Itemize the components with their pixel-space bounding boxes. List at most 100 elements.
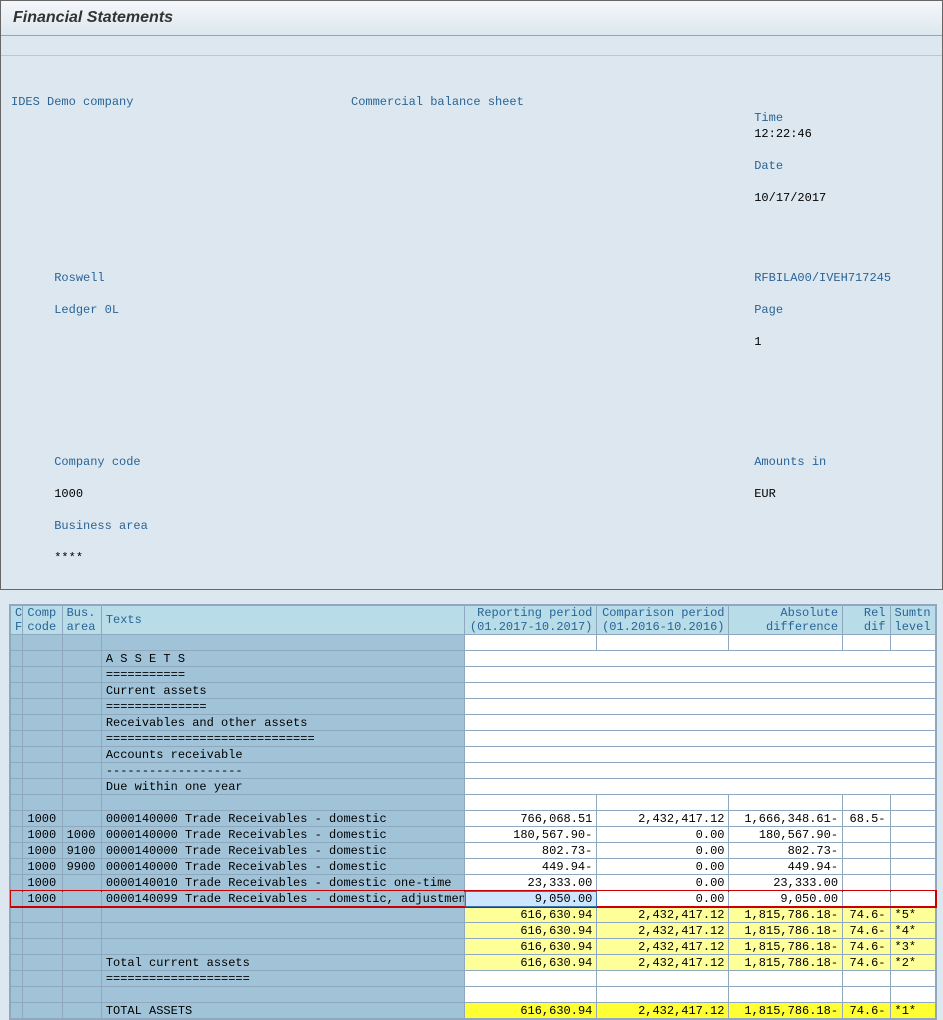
abs-diff[interactable]: 180,567.90- — [729, 827, 843, 843]
abs-diff[interactable]: 9,050.00 — [729, 891, 843, 907]
cell[interactable] — [62, 971, 101, 987]
reporting-value[interactable]: 449.94- — [465, 859, 597, 875]
cell[interactable] — [729, 971, 843, 987]
cell[interactable] — [62, 907, 101, 923]
rel-diff[interactable]: 68.5- — [843, 811, 890, 827]
col-comparison[interactable]: Comparison period(01.2016-10.2016) — [597, 606, 729, 635]
reporting-value[interactable]: 616,630.94 — [465, 923, 597, 939]
comparison-value[interactable]: 2,432,417.12 — [597, 811, 729, 827]
table-row[interactable]: 1000 0000140000 Trade Receivables - domes… — [11, 811, 936, 827]
cell[interactable] — [11, 939, 23, 955]
rel-diff[interactable] — [843, 843, 890, 859]
comparison-value[interactable]: 0.00 — [597, 843, 729, 859]
table-row[interactable]: 616,630.942,432,417.121,815,786.18-74.6-… — [11, 907, 936, 923]
cf-cell[interactable] — [11, 811, 23, 827]
col-texts[interactable]: Texts — [101, 606, 464, 635]
cell[interactable] — [62, 955, 101, 971]
text-cell[interactable]: 0000140000 Trade Receivables - domestic — [101, 859, 464, 875]
sum-level[interactable]: *1* — [890, 1003, 935, 1019]
col-bus-area[interactable]: Bus.area — [62, 606, 101, 635]
cell[interactable] — [23, 971, 62, 987]
rel-diff[interactable]: 74.6- — [843, 939, 890, 955]
cell[interactable] — [62, 1003, 101, 1019]
comp-code[interactable]: 1000 — [23, 859, 62, 875]
cell[interactable] — [11, 907, 23, 923]
comp-code[interactable]: 1000 — [23, 811, 62, 827]
sum-level[interactable] — [890, 827, 935, 843]
bus-area[interactable] — [62, 891, 101, 907]
cell[interactable] — [11, 923, 23, 939]
abs-diff[interactable]: 1,815,786.18- — [729, 955, 843, 971]
table-row[interactable]: 100091000000140000 Trade Receivables - d… — [11, 843, 936, 859]
cf-cell[interactable] — [11, 827, 23, 843]
col-rel-diff[interactable]: Reldif — [843, 606, 890, 635]
sum-level[interactable] — [890, 843, 935, 859]
sum-level[interactable]: *3* — [890, 939, 935, 955]
abs-diff[interactable]: 1,815,786.18- — [729, 1003, 843, 1019]
reporting-value[interactable]: 9,050.00 — [465, 891, 597, 907]
cell[interactable] — [11, 987, 23, 1003]
cf-cell[interactable] — [11, 891, 23, 907]
reporting-value[interactable]: 616,630.94 — [465, 955, 597, 971]
sum-level[interactable]: *4* — [890, 923, 935, 939]
rel-diff[interactable] — [843, 827, 890, 843]
comparison-value[interactable]: 2,432,417.12 — [597, 923, 729, 939]
abs-diff[interactable]: 1,815,786.18- — [729, 923, 843, 939]
cf-cell[interactable] — [11, 875, 23, 891]
cell[interactable] — [62, 987, 101, 1003]
abs-diff[interactable]: 1,666,348.61- — [729, 811, 843, 827]
rel-diff[interactable]: 74.6- — [843, 955, 890, 971]
cell[interactable] — [101, 907, 464, 923]
cell[interactable] — [101, 939, 464, 955]
text-cell[interactable]: 0000140000 Trade Receivables - domestic — [101, 811, 464, 827]
cell[interactable] — [62, 923, 101, 939]
abs-diff[interactable]: 449.94- — [729, 859, 843, 875]
cell[interactable] — [11, 955, 23, 971]
total-assets-label[interactable]: TOTAL ASSETS — [101, 1003, 464, 1019]
cell[interactable] — [23, 907, 62, 923]
rel-diff[interactable]: 74.6- — [843, 923, 890, 939]
cell[interactable] — [101, 987, 464, 1003]
sep[interactable]: ==================== — [101, 971, 464, 987]
table-row[interactable] — [11, 987, 936, 1003]
reporting-value[interactable]: 616,630.94 — [465, 939, 597, 955]
cell[interactable] — [843, 987, 890, 1003]
cf-cell[interactable] — [11, 859, 23, 875]
cell[interactable] — [11, 1003, 23, 1019]
comp-code[interactable]: 1000 — [23, 891, 62, 907]
comparison-value[interactable]: 2,432,417.12 — [597, 1003, 729, 1019]
reporting-value[interactable]: 802.73- — [465, 843, 597, 859]
table-row[interactable]: TOTAL ASSETS616,630.942,432,417.121,815,… — [11, 1003, 936, 1019]
sum-level[interactable] — [890, 811, 935, 827]
sum-level[interactable] — [890, 875, 935, 891]
sum-level[interactable] — [890, 859, 935, 875]
cell[interactable] — [597, 971, 729, 987]
reporting-value[interactable]: 616,630.94 — [465, 907, 597, 923]
rel-diff[interactable]: 74.6- — [843, 907, 890, 923]
cell[interactable] — [890, 971, 935, 987]
comparison-value[interactable]: 2,432,417.12 — [597, 955, 729, 971]
col-sum-level[interactable]: Sumtnlevel — [890, 606, 935, 635]
text-cell[interactable]: 0000140000 Trade Receivables - domestic — [101, 843, 464, 859]
table-row[interactable]: 100099000000140000 Trade Receivables - d… — [11, 859, 936, 875]
comparison-value[interactable]: 2,432,417.12 — [597, 907, 729, 923]
cell[interactable] — [23, 987, 62, 1003]
col-cf[interactable]: CF — [11, 606, 23, 635]
rel-diff[interactable] — [843, 859, 890, 875]
reporting-value[interactable]: 23,333.00 — [465, 875, 597, 891]
abs-diff[interactable]: 23,333.00 — [729, 875, 843, 891]
comparison-value[interactable]: 0.00 — [597, 875, 729, 891]
bus-area[interactable]: 9900 — [62, 859, 101, 875]
cell[interactable] — [101, 923, 464, 939]
abs-diff[interactable]: 1,815,786.18- — [729, 939, 843, 955]
comp-code[interactable]: 1000 — [23, 843, 62, 859]
reporting-value[interactable]: 180,567.90- — [465, 827, 597, 843]
cell[interactable] — [11, 971, 23, 987]
bus-area[interactable]: 1000 — [62, 827, 101, 843]
cell[interactable] — [465, 971, 597, 987]
table-row[interactable]: 616,630.942,432,417.121,815,786.18-74.6-… — [11, 939, 936, 955]
rel-diff[interactable]: 74.6- — [843, 1003, 890, 1019]
text-cell[interactable]: 0000140099 Trade Receivables - domestic,… — [101, 891, 464, 907]
rel-diff[interactable] — [843, 891, 890, 907]
cell[interactable] — [23, 923, 62, 939]
